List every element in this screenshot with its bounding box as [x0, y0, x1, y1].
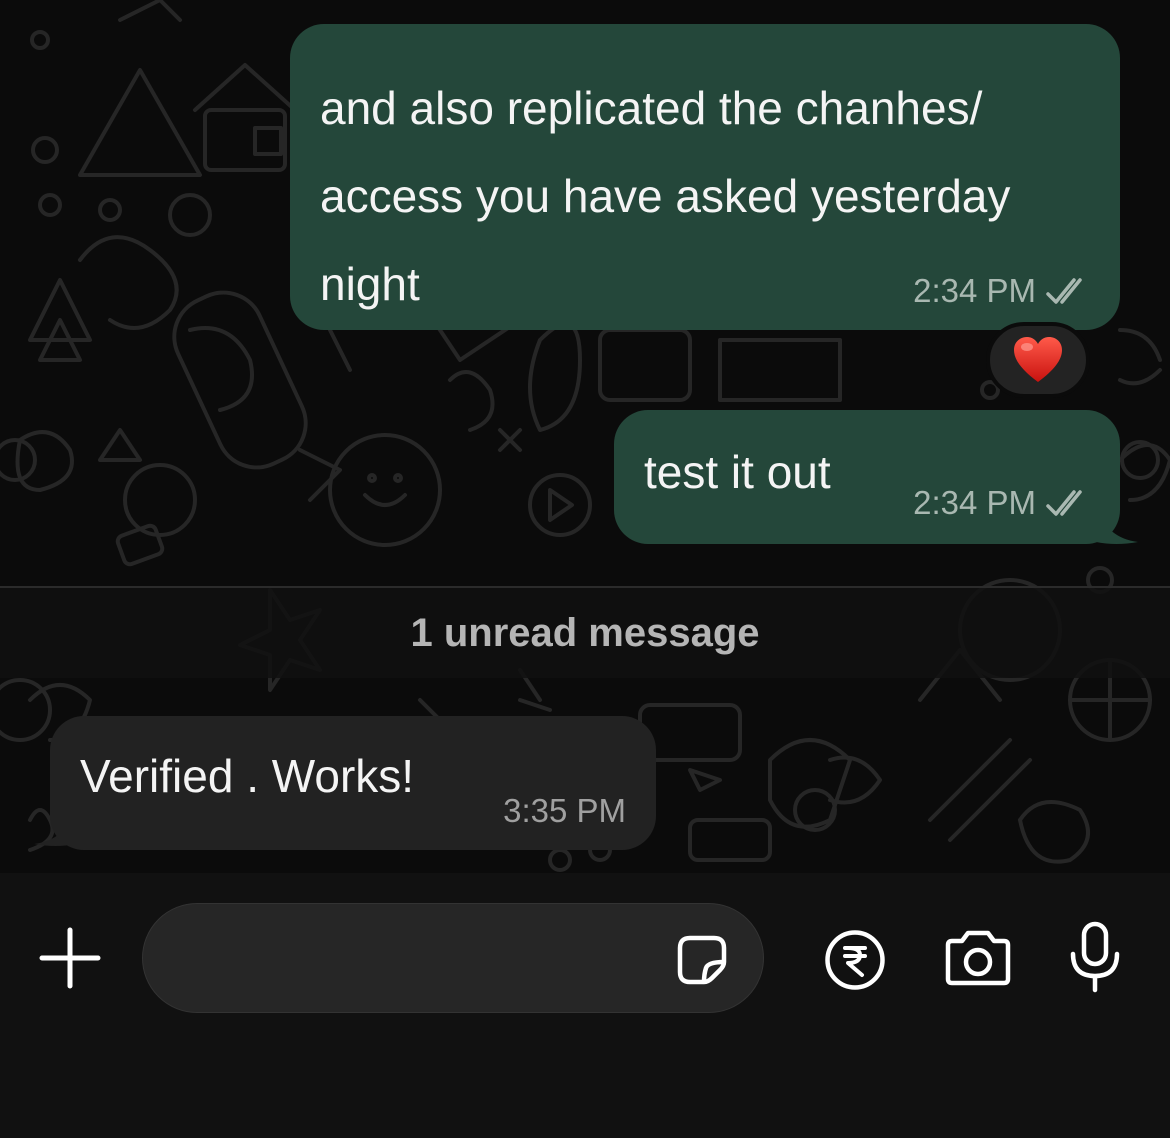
message-input-container[interactable] — [142, 903, 764, 1014]
read-receipt-icon — [1046, 490, 1082, 516]
outgoing-message-bubble[interactable]: and also replicated the chanhes/ access … — [290, 24, 1120, 330]
message-text-line: access you have asked yesterday — [320, 170, 1011, 222]
sticker-button[interactable] — [671, 929, 733, 991]
attach-button[interactable] — [30, 918, 110, 998]
unread-messages-divider: 1 unread message — [0, 586, 1170, 678]
message-text-line: night — [320, 258, 420, 310]
message-composer — [0, 873, 1170, 1138]
camera-icon — [945, 930, 1011, 986]
message-meta: 3:35 PM — [503, 792, 626, 830]
message-text-line: Verified . Works! — [80, 750, 415, 802]
camera-button[interactable] — [940, 925, 1016, 991]
message-time: 2:34 PM — [913, 272, 1036, 309]
incoming-message-bubble[interactable]: Verified . Works! 3:35 PM — [50, 716, 656, 850]
sticker-icon — [677, 935, 727, 985]
message-reaction[interactable] — [986, 322, 1090, 398]
outgoing-message-bubble[interactable]: test it out 2:34 PM — [614, 410, 1120, 544]
message-time: 3:35 PM — [503, 792, 626, 829]
message-text-line: and also replicated the chanhes/ — [320, 82, 983, 134]
unread-count-label: 1 unread message — [410, 610, 760, 655]
chat-area: and also replicated the chanhes/ access … — [0, 0, 1170, 873]
message-meta: 2:34 PM — [913, 484, 1092, 522]
read-receipt-icon — [1046, 278, 1082, 304]
message-input[interactable] — [173, 904, 673, 1014]
rupee-payment-icon — [825, 930, 885, 990]
microphone-icon — [1070, 921, 1120, 993]
bubble-tail — [1096, 506, 1138, 544]
voice-message-button[interactable] — [1060, 917, 1130, 997]
message-meta: 2:34 PM — [913, 272, 1092, 310]
message-time: 2:34 PM — [913, 484, 1036, 521]
plus-icon — [39, 927, 101, 989]
payment-button[interactable] — [822, 927, 888, 993]
message-text-line: test it out — [644, 446, 831, 498]
heart-reaction-icon — [1014, 337, 1062, 382]
